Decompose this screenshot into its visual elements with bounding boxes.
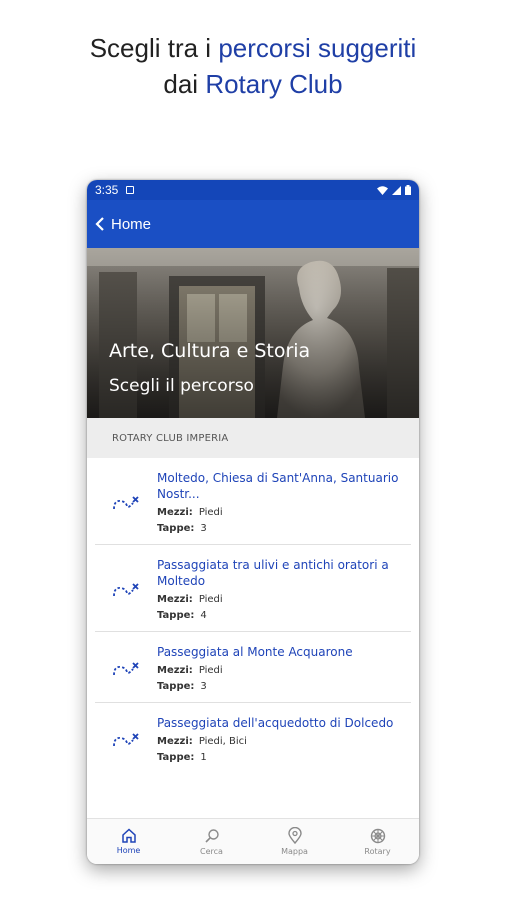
route-tappe: Tappe: 1 <box>157 752 401 763</box>
mezzi-label: Mezzi: <box>157 736 193 747</box>
route-path-icon <box>113 662 139 676</box>
tappe-label: Tappe: <box>157 523 195 534</box>
hero-banner: Arte, Cultura e Storia Scegli il percors… <box>87 248 419 418</box>
route-item[interactable]: Passeggiata al Monte Acquarone Mezzi: Pie… <box>95 632 411 703</box>
route-tappe: Tappe: 3 <box>157 681 401 692</box>
section-header: ROTARY CLUB IMPERIA <box>87 418 419 458</box>
route-tappe: Tappe: 4 <box>157 610 401 621</box>
headline-text: Scegli tra i <box>89 33 219 63</box>
bottom-tab-bar: Home Cerca Mappa Rotary <box>87 818 419 864</box>
headline-highlight: Rotary Club <box>205 69 343 99</box>
tappe-value: 4 <box>200 610 207 621</box>
rotary-wheel-icon <box>370 828 385 843</box>
map-pin-icon <box>287 827 302 844</box>
mezzi-label: Mezzi: <box>157 507 193 518</box>
headline-highlight: percorsi suggeriti <box>218 33 417 63</box>
back-button[interactable]: Home <box>95 216 151 233</box>
app-bar: Home <box>87 200 419 248</box>
route-item[interactable]: Moltedo, Chiesa di Sant'Anna, Santuario … <box>95 458 411 545</box>
headline-line-2: dai Rotary Club <box>0 66 506 102</box>
tappe-label: Tappe: <box>157 681 195 692</box>
home-icon <box>121 828 136 843</box>
tab-cerca[interactable]: Cerca <box>170 819 253 864</box>
route-mezzi: Mezzi: Piedi <box>157 665 401 676</box>
hero-subtitle: Scegli il percorso <box>109 376 254 396</box>
tappe-label: Tappe: <box>157 752 195 763</box>
tab-rotary[interactable]: Rotary <box>336 819 419 864</box>
back-label: Home <box>111 215 152 233</box>
chevron-left-icon <box>95 217 104 231</box>
tab-label: Mappa <box>281 847 308 856</box>
headline-text: dai <box>163 69 206 99</box>
route-title: Passeggiata dell'acquedotto di Dolcedo <box>157 716 394 730</box>
route-title: Moltedo, Chiesa di Sant'Anna, Santuario … <box>157 471 399 501</box>
tab-label: Rotary <box>364 846 391 856</box>
route-path-icon <box>113 733 139 747</box>
mezzi-label: Mezzi: <box>157 594 193 605</box>
route-mezzi: Mezzi: Piedi <box>157 507 401 518</box>
status-time: 3:35 <box>95 183 119 197</box>
route-item[interactable]: Passaggiata tra ulivi e antichi oratori … <box>95 545 411 632</box>
tab-label: Cerca <box>200 846 223 856</box>
battery-icon <box>405 185 411 195</box>
tab-label: Home <box>116 846 141 855</box>
tappe-value: 1 <box>200 752 207 763</box>
tappe-value: 3 <box>200 681 207 692</box>
tab-mappa[interactable]: Mappa <box>253 819 336 864</box>
tappe-value: 3 <box>200 523 207 534</box>
tab-home[interactable]: Home <box>87 819 170 864</box>
route-title: Passaggiata tra ulivi e antichi oratori … <box>157 558 389 588</box>
phone-screen: 3:35 Home Arte, Cultura e Storia Scegli … <box>87 180 419 864</box>
mezzi-value: Piedi <box>198 665 223 676</box>
wifi-icon <box>377 185 388 195</box>
headline-line-1: Scegli tra i percorsi suggeriti <box>0 30 506 66</box>
search-icon <box>204 828 219 843</box>
promo-headline: Scegli tra i percorsi suggeriti dai Rota… <box>0 30 506 102</box>
mezzi-value: Piedi <box>198 507 223 518</box>
route-path-icon <box>113 583 139 597</box>
status-icons <box>377 185 411 195</box>
mezzi-value: Piedi <box>198 594 223 605</box>
route-mezzi: Mezzi: Piedi <box>157 594 401 605</box>
tappe-label: Tappe: <box>157 610 195 621</box>
route-title: Passeggiata al Monte Acquarone <box>157 645 353 659</box>
route-list: Moltedo, Chiesa di Sant'Anna, Santuario … <box>87 458 419 773</box>
status-bar: 3:35 <box>87 180 419 200</box>
notification-icon <box>126 186 135 194</box>
route-path-icon <box>113 496 139 510</box>
route-item[interactable]: Passeggiata dell'acquedotto di Dolcedo M… <box>95 703 411 773</box>
mezzi-label: Mezzi: <box>157 665 193 676</box>
route-mezzi: Mezzi: Piedi, Bici <box>157 736 401 747</box>
hero-title: Arte, Cultura e Storia <box>109 340 311 362</box>
mezzi-value: Piedi, Bici <box>198 736 247 747</box>
route-tappe: Tappe: 3 <box>157 523 401 534</box>
signal-icon <box>392 185 401 195</box>
